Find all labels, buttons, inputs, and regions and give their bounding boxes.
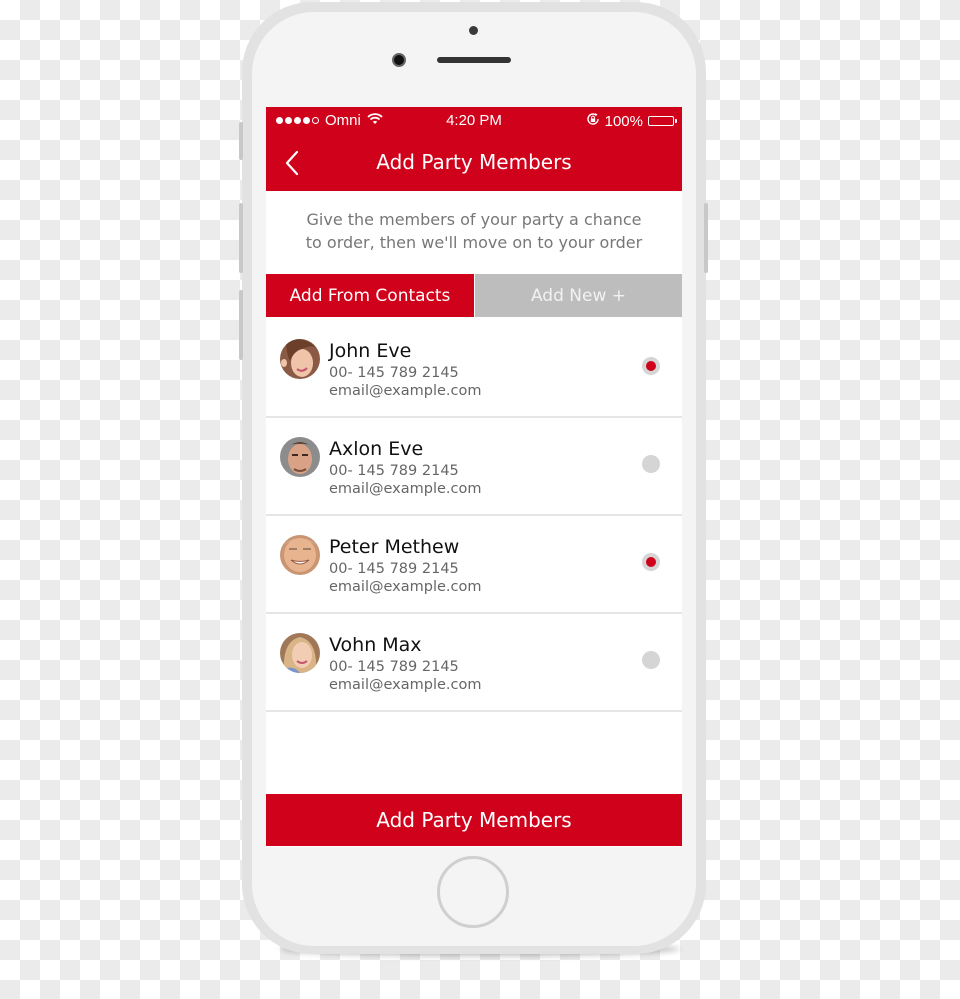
tab-bar: Add From Contacts Add New + <box>266 274 682 317</box>
tab-add-new[interactable]: Add New + <box>474 274 682 317</box>
home-button[interactable] <box>437 856 509 928</box>
contact-email: email@example.com <box>329 579 482 595</box>
front-camera <box>392 53 406 67</box>
volume-up-button <box>239 203 243 273</box>
contact-phone: 00- 145 789 2145 <box>329 561 459 577</box>
intro-line-1: Give the members of your party a chance <box>306 210 642 229</box>
status-right: 100% <box>586 112 677 130</box>
battery-percentage: 100% <box>604 112 643 130</box>
contact-row[interactable]: Vohn Max 00- 145 789 2145 email@example.… <box>266 614 682 712</box>
older-man-avatar <box>280 535 320 575</box>
contact-email: email@example.com <box>329 383 482 399</box>
tab-add-from-contacts[interactable]: Add From Contacts <box>266 274 474 317</box>
contact-email: email@example.com <box>329 481 482 497</box>
volume-down-button <box>239 290 243 360</box>
proximity-sensor <box>469 26 478 35</box>
contact-row[interactable]: John Eve 00- 145 789 2145 email@example.… <box>266 320 682 418</box>
contact-list: John Eve 00- 145 789 2145 email@example.… <box>266 320 682 712</box>
contact-row[interactable]: Peter Methew 00- 145 789 2145 email@exam… <box>266 516 682 614</box>
earpiece-speaker <box>437 57 511 63</box>
radio-selected-dot <box>646 361 656 371</box>
intro-line-2: to order, then we'll move on to your ord… <box>305 233 643 252</box>
contact-name: John Eve <box>329 340 412 362</box>
contact-name: Vohn Max <box>329 634 422 656</box>
page-title: Add Party Members <box>376 150 572 174</box>
radio-selected-dot <box>646 557 656 567</box>
contact-phone: 00- 145 789 2145 <box>329 463 459 479</box>
rotation-lock-icon <box>586 112 600 130</box>
contact-phone: 00- 145 789 2145 <box>329 365 459 381</box>
woman-avatar <box>280 339 320 379</box>
app-screen: Omni 4:20 PM 100% Add Party Members Give… <box>266 107 682 847</box>
contact-phone: 00- 145 789 2145 <box>329 659 459 675</box>
contact-row[interactable]: Axlon Eve 00- 145 789 2145 email@example… <box>266 418 682 516</box>
battery-icon <box>648 116 677 126</box>
navigation-bar: Add Party Members <box>266 135 682 191</box>
contact-name: Axlon Eve <box>329 438 424 460</box>
status-bar: Omni 4:20 PM 100% <box>266 107 682 135</box>
select-radio[interactable] <box>642 651 660 669</box>
select-radio[interactable] <box>642 455 660 473</box>
add-party-members-button[interactable]: Add Party Members <box>266 794 682 846</box>
blonde-woman-avatar <box>280 633 320 673</box>
power-button <box>704 203 708 273</box>
select-radio[interactable] <box>642 357 660 375</box>
select-radio[interactable] <box>642 553 660 571</box>
intro-text: Give the members of your party a chance … <box>266 208 682 254</box>
contact-email: email@example.com <box>329 677 482 693</box>
man-avatar <box>280 437 320 477</box>
mute-switch <box>239 122 243 160</box>
contact-name: Peter Methew <box>329 536 460 558</box>
